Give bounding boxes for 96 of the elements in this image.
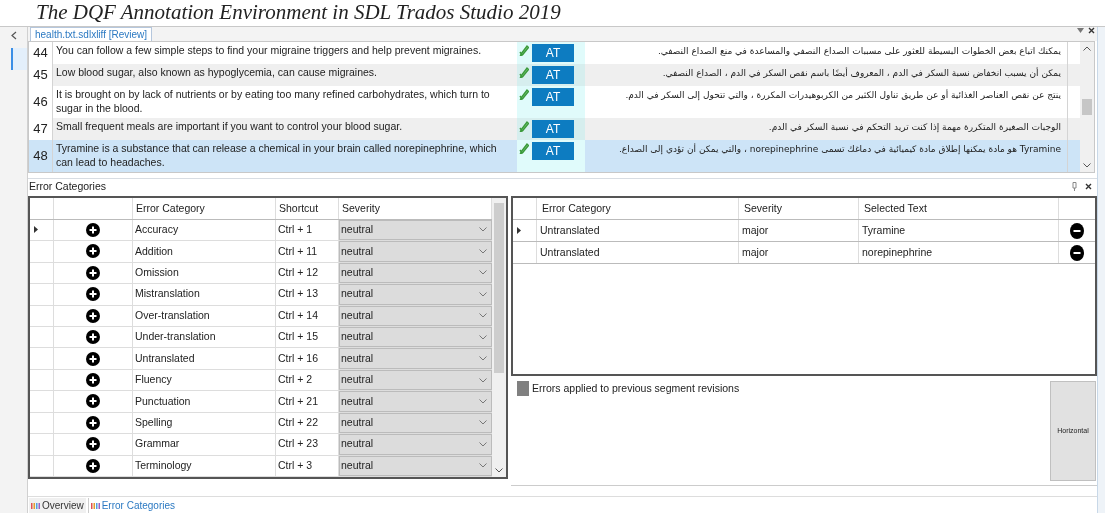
add-icon[interactable]: [86, 458, 100, 473]
chevron-down-icon: [479, 356, 487, 362]
severity-dropdown[interactable]: neutral: [339, 305, 492, 326]
source-text: Low blood sugar, also known as hypoglycemia, can cause migraines.: [55, 65, 378, 80]
table-cell: Tyramine: [859, 220, 1059, 241]
severity-dropdown[interactable]: neutral: [339, 391, 492, 412]
remove-icon[interactable]: [1070, 244, 1084, 261]
segment-number: 47: [29, 118, 53, 140]
scrollbar-thumb[interactable]: [494, 202, 504, 373]
severity-dropdown[interactable]: neutral: [339, 369, 492, 391]
document-tab[interactable]: health.txt.sdlxliff [Review]: [30, 27, 153, 41]
dropdown-icon: [1077, 28, 1084, 33]
scroll-down-icon: [495, 468, 503, 473]
table-cell: Punctuation: [133, 391, 276, 412]
source-text: It is brought on by lack of nutrients or by eating too many refined carbohydrates, which turn to sugar in the blood.: [55, 87, 491, 116]
add-icon[interactable]: [86, 222, 100, 237]
add-icon[interactable]: [86, 415, 100, 430]
add-icon[interactable]: [86, 244, 100, 259]
table-cell: Untranslated: [537, 220, 739, 241]
table-cell: Omission: [133, 262, 276, 284]
add-icon[interactable]: [86, 437, 100, 452]
severity-dropdown[interactable]: neutral: [339, 455, 492, 476]
chevron-down-icon: [479, 227, 487, 233]
pin-icon: [1072, 182, 1077, 191]
legend-swatch: [517, 381, 529, 396]
table-cell: Under-translation: [133, 326, 276, 348]
chevron-down-icon: [479, 291, 487, 297]
chevron-down-icon: [479, 441, 487, 447]
severity-dropdown[interactable]: neutral: [339, 348, 492, 369]
segment-number: 45: [29, 64, 53, 86]
close-icon: [1085, 183, 1092, 190]
source-text: You can follow a few simple steps to find your migraine triggers and help prevent migraines.: [55, 43, 483, 58]
severity-dropdown[interactable]: neutral: [339, 219, 492, 241]
add-icon[interactable]: [86, 394, 100, 409]
bars-icon: [31, 502, 40, 509]
status-badge: AT: [532, 88, 574, 106]
scroll-down-icon: [1083, 163, 1091, 168]
table-cell: Addition: [133, 241, 276, 262]
table-cell: Untranslated: [133, 348, 276, 369]
status-badge: AT: [532, 66, 574, 84]
status-badge: AT: [532, 120, 574, 138]
scrollbar-thumb[interactable]: [1082, 99, 1092, 115]
column-header[interactable]: Shortcut: [276, 198, 339, 219]
chevron-down-icon: [479, 463, 487, 469]
column-header[interactable]: Error Category: [537, 198, 739, 219]
column-header[interactable]: Error Category: [133, 198, 276, 219]
column-header[interactable]: Selected Text: [859, 198, 1059, 219]
panel-title: Error Categories: [29, 178, 107, 194]
table-cell: Over-translation: [133, 305, 276, 326]
status-badge: AT: [532, 44, 574, 62]
chevron-down-icon: [479, 398, 487, 404]
severity-dropdown[interactable]: neutral: [339, 262, 492, 284]
table-cell: norepinephrine: [859, 242, 1059, 263]
chevron-down-icon: [479, 334, 487, 340]
severity-dropdown[interactable]: neutral: [339, 412, 492, 434]
table-cell: Accuracy: [133, 219, 276, 241]
chevron-down-icon: [479, 248, 487, 254]
chevron-down-icon: [479, 377, 487, 383]
chevron-down-icon: [479, 420, 487, 426]
severity-dropdown[interactable]: neutral: [339, 241, 492, 262]
scroll-up-icon: [1083, 46, 1091, 51]
chevron-down-icon: [479, 313, 487, 319]
segment-number: 48: [29, 140, 53, 172]
close-icon: [1088, 27, 1095, 34]
add-icon[interactable]: [86, 351, 100, 366]
add-icon[interactable]: [86, 308, 100, 323]
add-icon[interactable]: [86, 373, 100, 388]
status-badge: AT: [532, 142, 574, 160]
column-header[interactable]: Severity: [739, 198, 859, 219]
row-pointer-icon: [517, 227, 521, 234]
severity-dropdown[interactable]: neutral: [339, 434, 492, 455]
add-icon[interactable]: [86, 287, 100, 302]
panel-tab[interactable]: Overview: [29, 498, 86, 513]
severity-dropdown[interactable]: neutral: [339, 326, 492, 348]
table-cell: major: [739, 220, 859, 241]
target-text: Tyramine هو مادة يمكنها إطلاق مادة كيميائية في دماغك تسمى norepinephrine ، والتي يمكن أن تؤدي إلى الصداع.: [585, 140, 1068, 172]
table-cell: Grammar: [133, 434, 276, 455]
row-pointer-icon: [34, 226, 38, 234]
panel-tab[interactable]: Error Categories: [87, 498, 178, 513]
table-cell: major: [739, 242, 859, 263]
source-text: Small frequent meals are important if you want to control your blood sugar.: [55, 119, 404, 134]
figure-caption: The DQF Annotation Environment in SDL Trados Studio 2019: [35, 0, 562, 26]
legend-label: Errors applied to previous segment revisions: [532, 381, 740, 395]
table-cell: Mistranslation: [133, 284, 276, 305]
table-cell: Fluency: [133, 369, 276, 391]
side-tab[interactable]: [11, 48, 27, 70]
remove-icon[interactable]: [1070, 222, 1084, 239]
table-cell: Spelling: [133, 412, 276, 434]
add-icon[interactable]: [86, 265, 100, 280]
table-cell: Terminology: [133, 455, 276, 476]
bars-icon: [90, 502, 100, 509]
add-icon[interactable]: [86, 330, 100, 345]
table-cell: Untranslated: [537, 242, 739, 263]
source-text: Tyramine is a substance that can release a chemical in your brain called norepinephrine, which can lead to headaches.: [55, 141, 498, 170]
chevron-down-icon: [479, 270, 487, 276]
severity-dropdown[interactable]: neutral: [339, 284, 492, 305]
